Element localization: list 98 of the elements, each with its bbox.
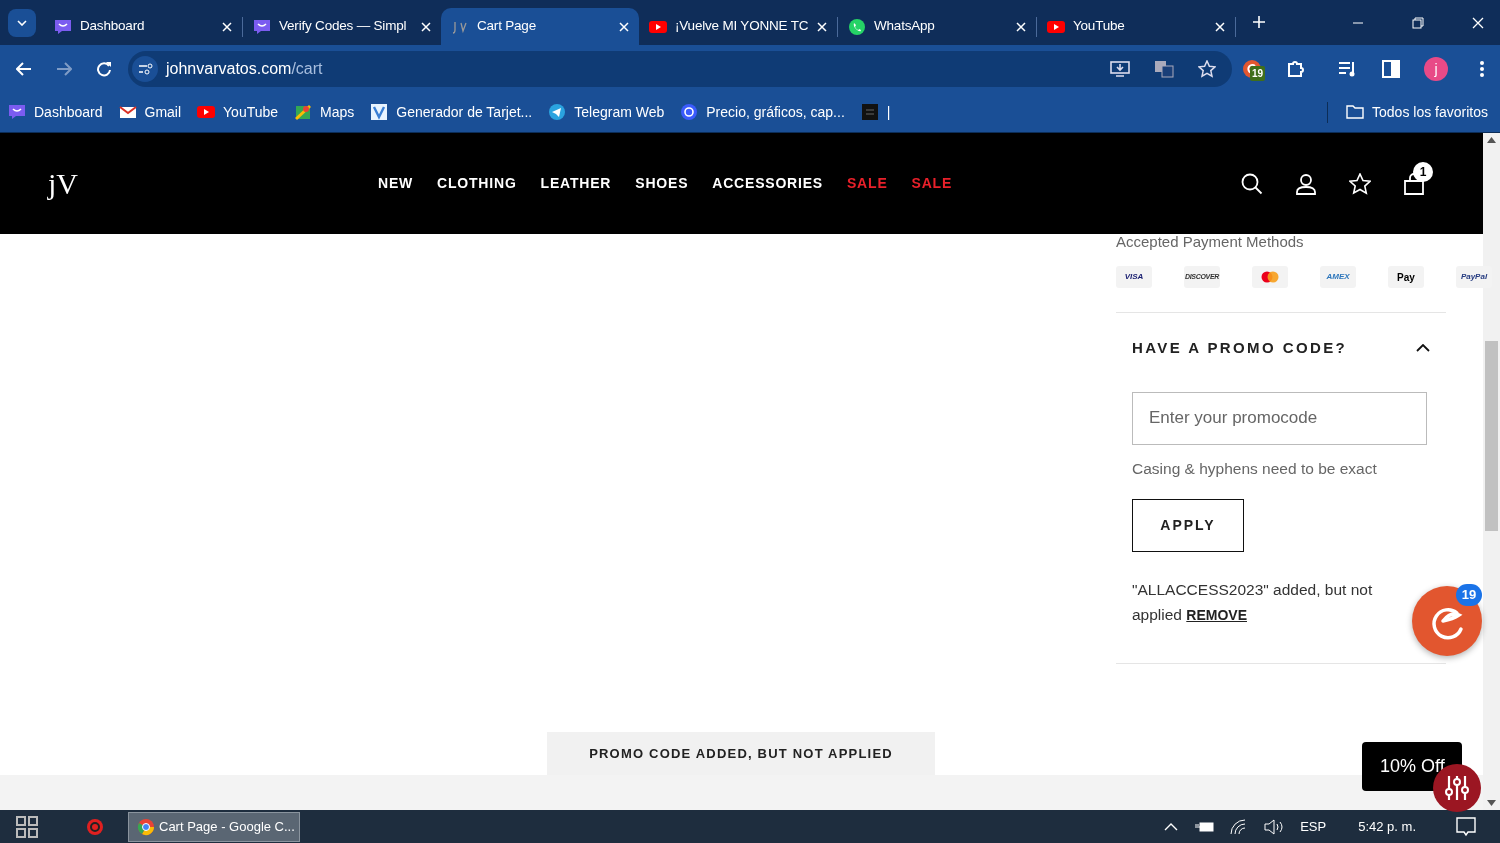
url-text: johnvarvatos.com/cart — [166, 58, 323, 79]
remove-link[interactable]: REMOVE — [1186, 606, 1247, 623]
notification-badge: 19 — [1456, 584, 1482, 606]
bookmark[interactable]: Dashboard — [8, 101, 103, 123]
taskbar-window-button[interactable]: Cart Page - Google C... — [128, 811, 300, 842]
back-arrow-icon[interactable] — [16, 61, 32, 76]
puzzle-piece-icon[interactable] — [1286, 58, 1306, 79]
site-settings-icon[interactable] — [132, 55, 158, 82]
tab-title: YouTube — [1073, 17, 1126, 36]
bookmark[interactable]: Gmail — [118, 101, 182, 123]
browser-tab[interactable]: YouTube — [1037, 8, 1235, 45]
close-icon[interactable] — [421, 21, 431, 32]
nav-link[interactable]: SHOES — [635, 173, 689, 194]
bookmark-star-icon[interactable] — [1198, 59, 1216, 78]
promo-code-toggle[interactable]: HAVE A PROMO CODE? — [1116, 329, 1446, 360]
chat-bubble-icon — [253, 17, 271, 36]
translate-icon[interactable] — [1154, 59, 1174, 78]
all-bookmarks-folder[interactable]: Todos los favoritos — [1327, 101, 1492, 123]
bookmark[interactable]: Telegram Web — [548, 101, 665, 123]
phone-bubble-icon — [848, 17, 866, 36]
map-pin-icon — [294, 103, 313, 121]
task-view-icon[interactable] — [16, 815, 38, 838]
chat-launcher[interactable] — [1412, 586, 1482, 656]
nav-link[interactable]: LEATHER — [540, 173, 612, 194]
promo-code-field[interactable]: Enter your promocode — [1132, 391, 1427, 445]
bookmark[interactable]: Precio, gráficos, cap... — [680, 101, 845, 123]
nav-link[interactable]: NEW — [378, 173, 414, 194]
bookmark[interactable]: Maps — [294, 101, 355, 123]
forward-arrow-icon[interactable] — [56, 61, 72, 76]
browser-tab[interactable]: Dashboard — [44, 8, 242, 45]
scroll-up-arrow-icon[interactable] — [1487, 137, 1496, 143]
apple-pay-logo: Pay — [1388, 266, 1424, 288]
bookmark[interactable]: | — [860, 101, 891, 123]
nav-link[interactable]: ACCESSORIES — [712, 173, 823, 194]
browser-tab[interactable]: Cart Page — [441, 8, 639, 45]
language-indicator[interactable]: ESP — [1300, 816, 1327, 837]
close-icon[interactable] — [817, 21, 827, 32]
browser-logo-icon — [137, 817, 155, 836]
bookmark[interactable]: Generador de Tarjet... — [370, 101, 533, 123]
status-message: "ALLACCESS2023" added, but not applied REMOVE — [1132, 579, 1374, 625]
star-icon[interactable] — [1349, 172, 1371, 195]
extension-badge: 19 — [1250, 65, 1266, 81]
nav-link[interactable]: CLOTHING — [437, 173, 517, 194]
section-heading: Accepted Payment Methods — [1116, 234, 1305, 250]
clock[interactable]: 5:42 p. m. — [1358, 816, 1416, 837]
amex-card-logo: AMEX — [1320, 266, 1356, 288]
close-icon[interactable] — [1472, 17, 1484, 29]
close-icon[interactable] — [1016, 21, 1026, 32]
profile-avatar[interactable]: j — [1424, 56, 1448, 81]
nav-link[interactable]: SALE — [911, 173, 953, 194]
toast-notification: PROMO CODE ADDED, BUT NOT APPLIED — [547, 732, 935, 775]
close-icon[interactable] — [619, 21, 629, 32]
scroll-down-arrow-icon[interactable] — [1487, 800, 1496, 806]
notifications-icon[interactable] — [1456, 816, 1476, 837]
tab-search-button[interactable] — [8, 9, 36, 37]
bookmark[interactable]: YouTube — [197, 101, 279, 123]
tab-title: Verify Codes — Simpl — [279, 17, 408, 36]
nav-link[interactable]: SALE — [847, 173, 888, 194]
paper-plane-icon — [548, 103, 567, 121]
install-app-icon[interactable] — [1110, 59, 1130, 78]
speaker-icon[interactable] — [1264, 818, 1285, 835]
chat-bubble-icon — [54, 17, 72, 36]
chevron-down-icon — [17, 20, 27, 26]
more-menu-icon[interactable] — [1480, 60, 1484, 77]
envelope-icon — [118, 103, 137, 121]
close-icon[interactable] — [1215, 21, 1225, 32]
battery-plug-icon[interactable] — [1194, 820, 1215, 833]
chevron-up-icon — [1416, 344, 1430, 353]
v-logo-icon — [370, 103, 389, 121]
user-icon[interactable] — [1295, 172, 1317, 195]
coin-icon — [680, 103, 699, 121]
side-panel-icon[interactable] — [1382, 59, 1400, 78]
tab-title: Dashboard — [80, 17, 146, 36]
scrollbar-thumb[interactable] — [1485, 341, 1498, 531]
chat-bubble-icon — [8, 103, 26, 121]
cart-count-badge: 1 — [1413, 161, 1433, 182]
close-icon[interactable] — [222, 21, 232, 32]
tab-title: Cart Page — [477, 17, 537, 36]
restore-icon[interactable] — [1412, 17, 1424, 29]
folder-icon — [1346, 105, 1365, 119]
hint-text: Casing & hyphens need to be exact — [1132, 458, 1378, 479]
tab-title: ¡Vuelve MI YONNE TC — [675, 17, 809, 36]
browser-tab[interactable]: ¡Vuelve MI YONNE TC — [639, 8, 837, 45]
browser-tab[interactable]: WhatsApp — [838, 8, 1036, 45]
tab-title: WhatsApp — [874, 17, 936, 36]
dark-square-icon — [860, 103, 879, 121]
visa-card-logo: VISA — [1116, 266, 1152, 288]
search-icon[interactable] — [1241, 172, 1263, 195]
overlapping-circles-icon — [1261, 271, 1279, 283]
site-logo[interactable]: jV — [48, 161, 378, 206]
new-tab-plus-icon[interactable] — [1252, 15, 1266, 29]
browser-tab[interactable]: Verify Codes — Simpl — [243, 8, 441, 45]
reload-icon[interactable] — [96, 60, 112, 77]
apply-button[interactable]: APPLY — [1132, 498, 1244, 552]
address-bar[interactable]: johnvarvatos.com/cart — [128, 50, 1232, 87]
sliders-icon — [1443, 774, 1471, 802]
play-button-icon — [197, 103, 216, 121]
chevron-up-icon[interactable] — [1164, 822, 1179, 831]
